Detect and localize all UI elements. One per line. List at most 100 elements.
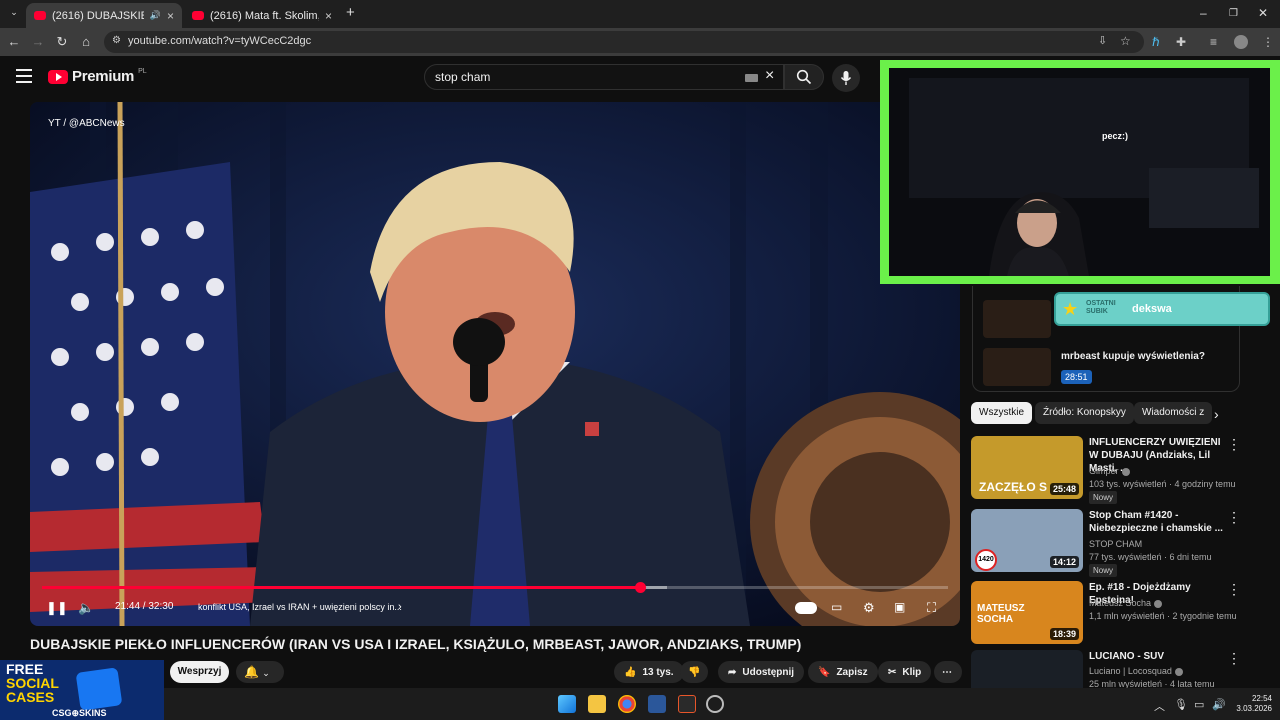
thumbs-up-icon: 👍 — [624, 666, 637, 678]
video-thumbnail[interactable]: 1420 14:12 — [971, 509, 1083, 572]
channel-name[interactable]: STOP CHAM — [1089, 539, 1142, 549]
keyboard-icon[interactable] — [745, 74, 758, 82]
more-actions-button[interactable]: ⋯ — [934, 661, 962, 683]
new-badge: Nowy — [1089, 564, 1118, 577]
minimize-button[interactable]: – — [1200, 6, 1207, 20]
file-explorer-icon[interactable] — [588, 695, 606, 713]
close-window-button[interactable]: ✕ — [1258, 6, 1268, 20]
playlist-item-title[interactable]: mrbeast kupuje wyświetlenia? — [1061, 351, 1205, 362]
network-icon[interactable]: ▭ — [1194, 698, 1204, 711]
audio-icon[interactable]: 🔊 — [150, 10, 161, 21]
close-tab-icon[interactable]: × — [325, 9, 332, 23]
video-title[interactable]: LUCIANO - SUV — [1089, 650, 1227, 663]
menu-icon[interactable] — [16, 69, 32, 83]
volume-icon[interactable]: 🔈 — [78, 600, 94, 616]
extension-icon[interactable]: ℏ — [1152, 35, 1160, 49]
more-options-icon[interactable]: ⋮ — [1227, 509, 1241, 526]
video-thumbnail[interactable]: ZACZĘŁO S 25:48 — [971, 436, 1083, 499]
dislike-button[interactable]: 👎 — [680, 661, 709, 683]
subscriber-label: OSTATNI SUBIK — [1086, 300, 1116, 315]
miniplayer-icon[interactable]: ▣ — [894, 600, 905, 614]
youtube-play-icon — [48, 69, 68, 84]
progress-bar[interactable] — [42, 582, 948, 593]
search-button[interactable] — [784, 64, 824, 90]
address-bar[interactable]: ⚙ youtube.com/watch?v=tyWCecC2dgc ⇩ ☆ — [104, 31, 1144, 53]
system-clock[interactable]: 22:54 3.03.2026 — [1232, 694, 1272, 714]
more-options-icon[interactable]: ⋮ — [1227, 650, 1241, 667]
back-icon[interactable]: ← — [6, 34, 22, 49]
fullscreen-icon[interactable]: ⛶ — [927, 600, 936, 616]
verified-icon — [1174, 667, 1183, 676]
chapter-title[interactable]: konflikt USA, Izrael vs IRAN + uwięzieni… — [198, 602, 402, 612]
settings-gear-icon[interactable]: ⚙ — [863, 600, 875, 616]
video-title-heading: DUBAJSKIE PIEKŁO INFLUENCERÓW (IRAN VS U… — [30, 636, 802, 652]
share-icon: ➦ — [728, 666, 737, 678]
voice-search-button[interactable] — [832, 64, 860, 92]
site-info-icon[interactable]: ⚙ — [112, 35, 121, 46]
word-icon[interactable] — [648, 695, 666, 713]
extensions-puzzle-icon[interactable]: ✚ — [1176, 35, 1186, 49]
mic-tray-icon[interactable]: 🎙 — [1174, 698, 1188, 711]
more-options-icon[interactable]: ⋮ — [1227, 581, 1241, 598]
video-thumbnail[interactable]: MATEUSZ SOCHA 18:39 — [971, 581, 1083, 644]
recommendation-item[interactable]: MATEUSZ SOCHA 18:39 Ep. #18 - Dojeżdżamy… — [971, 581, 1251, 647]
browser-tab-1[interactable]: (2616) DUBAJSKIE PIEKŁO I 🔊 × — [26, 3, 182, 28]
like-button[interactable]: 👍 13 tys. — [614, 661, 684, 683]
video-title[interactable]: Stop Cham #1420 - Niebezpieczne i chamsk… — [1089, 509, 1227, 535]
share-button[interactable]: ➦ Udostępnij — [718, 661, 805, 683]
playlist-thumbnail[interactable] — [983, 348, 1051, 386]
chevron-right-icon[interactable]: › — [1214, 406, 1219, 422]
channel-name[interactable]: Mateusz Socha — [1089, 598, 1163, 608]
chip-all[interactable]: Wszystkie — [971, 402, 1032, 424]
tab-search-icon[interactable]: ⌄ — [6, 7, 22, 18]
reload-icon[interactable]: ↻ — [54, 34, 70, 50]
close-tab-icon[interactable]: × — [167, 9, 174, 23]
youtube-premium-logo[interactable]: Premium PL — [48, 68, 147, 85]
save-button[interactable]: 🔖 Zapisz — [808, 661, 878, 683]
home-icon[interactable]: ⌂ — [78, 34, 94, 49]
chip-source[interactable]: Źródło: Konopskyy — [1035, 402, 1134, 424]
subtitles-icon[interactable]: ▭ — [831, 600, 842, 614]
pause-icon[interactable]: ❚❚ — [46, 600, 68, 616]
obs-app-icon[interactable] — [678, 695, 696, 713]
channel-name[interactable]: Luciano | Locosquad — [1089, 666, 1183, 676]
new-tab-button[interactable]: + — [346, 4, 355, 21]
chip-news[interactable]: Wiadomości z — [1134, 402, 1213, 424]
logo-text: Premium — [72, 68, 135, 85]
webcam-scene — [889, 68, 1270, 276]
autoplay-toggle[interactable] — [795, 602, 817, 614]
speaker-icon[interactable]: 🔊 — [1212, 698, 1226, 711]
like-count: 13 tys. — [642, 666, 674, 678]
restore-button[interactable]: ❐ — [1229, 8, 1238, 19]
clip-button[interactable]: ✂ Klip — [878, 661, 932, 683]
reading-list-icon[interactable]: ≡ — [1210, 35, 1217, 49]
install-app-icon[interactable]: ⇩ — [1098, 34, 1107, 47]
chrome-icon[interactable] — [618, 695, 636, 713]
clear-search-icon[interactable]: × — [765, 67, 774, 85]
browser-tab-2[interactable]: (2616) Mata ft. Skolim, Khaid - × — [184, 3, 340, 28]
more-options-icon[interactable]: ⋮ — [1227, 436, 1241, 453]
forward-icon[interactable]: → — [30, 34, 46, 49]
profile-avatar[interactable] — [1234, 35, 1248, 49]
recommendation-item[interactable]: 1420 14:12 Stop Cham #1420 - Niebezpiecz… — [971, 509, 1251, 577]
share-label: Udostępnij — [742, 666, 795, 678]
tray-chevron-icon[interactable]: ︿ — [1154, 698, 1165, 714]
video-player[interactable]: YT / @ABCNews ❚❚ 🔈 21:44 / 32:30 konflik… — [30, 102, 960, 626]
playlist-thumbnail[interactable] — [983, 300, 1051, 338]
browser-menu-icon[interactable]: ⋮ — [1262, 35, 1274, 49]
recommendation-item[interactable]: ZACZĘŁO S 25:48 INFLUENCERZY UWIĘZIENI W… — [971, 436, 1251, 504]
notifications-button[interactable]: 🔔 ⌄ — [236, 661, 284, 683]
bookmark-star-icon[interactable]: ☆ — [1120, 34, 1131, 48]
ad-banner[interactable]: FREE SOCIAL CASES CSG⊕SKINS — [0, 660, 164, 720]
channel-name[interactable]: Gimper — [1089, 466, 1130, 476]
search-input[interactable]: stop cham × — [424, 64, 784, 90]
windows-start-icon[interactable] — [558, 695, 576, 713]
join-button[interactable]: Wesprzyj — [170, 661, 229, 683]
video-duration: 25:48 — [1049, 483, 1079, 495]
chapter-chevron-icon[interactable]: › — [398, 601, 402, 613]
progress-played — [42, 586, 640, 589]
recommendation-filters: Wszystkie Źródło: Konopskyy Wiadomości z — [971, 402, 1236, 424]
youtube-favicon-icon — [192, 11, 204, 20]
app-icon[interactable] — [706, 695, 724, 713]
search-icon — [796, 69, 812, 85]
